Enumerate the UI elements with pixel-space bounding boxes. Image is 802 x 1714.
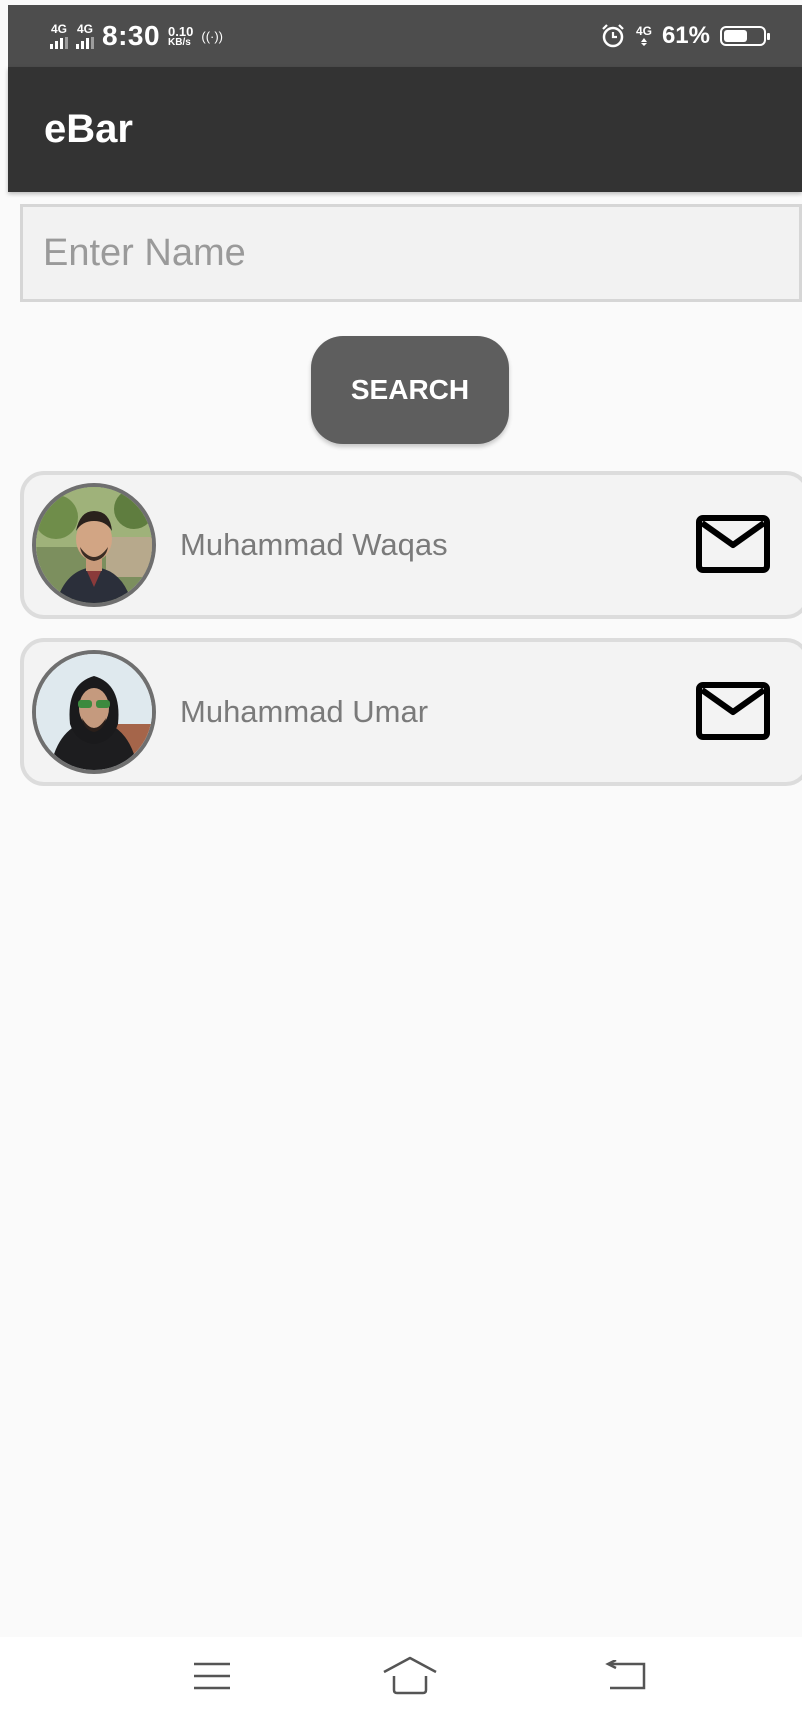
navigation-bar: [0, 1637, 802, 1714]
avatar: [32, 483, 156, 607]
avatar: [32, 650, 156, 774]
clock: 8:30: [102, 20, 161, 51]
status-left: 4G 4G 8:30 0.10 KB/s ((·)): [50, 5, 223, 67]
contact-name: Muhammad Waqas: [180, 527, 448, 562]
contact-item[interactable]: Muhammad Waqas: [20, 471, 802, 619]
signal-label: 4G: [50, 22, 67, 36]
speed-value: 0.10: [168, 23, 194, 39]
battery-icon: [720, 26, 770, 46]
search-button[interactable]: SEARCH: [311, 336, 509, 444]
contact-item[interactable]: Muhammad Umar: [20, 638, 802, 786]
network-type-label: 4G: [635, 24, 652, 38]
app-title: eBar: [44, 107, 133, 151]
home-icon: [383, 1656, 437, 1694]
status-bar: 4G 4G 8:30 0.10 KB/s ((·)) 4G 61%: [8, 5, 802, 67]
hotspot-icon: ((·)): [201, 28, 224, 44]
alarm-icon: [602, 24, 624, 48]
screen: 4G 4G 8:30 0.10 KB/s ((·)) 4G 61% eBar E…: [0, 0, 802, 1714]
back-button[interactable]: [586, 1637, 666, 1714]
mail-icon[interactable]: [696, 515, 770, 573]
back-icon: [605, 1659, 646, 1689]
contact-name: Muhammad Umar: [180, 694, 429, 729]
home-button[interactable]: [370, 1637, 450, 1714]
menu-button[interactable]: [172, 1637, 252, 1714]
signal-label: 4G: [76, 22, 93, 36]
app-bar: eBar: [8, 67, 802, 192]
name-search-input[interactable]: [20, 204, 802, 302]
mail-icon[interactable]: [696, 682, 770, 740]
mobile-data-icon: 4G: [636, 25, 652, 47]
battery-fill: [724, 30, 747, 42]
signal-icon-sim1: 4G: [50, 23, 68, 49]
battery-percent: 61%: [661, 22, 710, 49]
network-speed: 0.10 KB/s: [168, 25, 193, 48]
status-right: 4G 61%: [600, 5, 770, 67]
menu-icon: [194, 1662, 230, 1689]
signal-icon-sim2: 4G: [76, 23, 94, 49]
speed-unit: KB/s: [168, 36, 191, 48]
